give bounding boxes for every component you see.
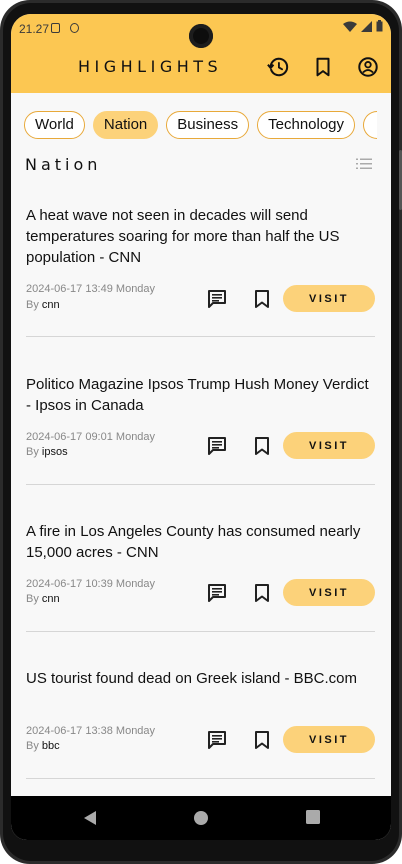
comment-icon[interactable]: [207, 730, 227, 750]
article-date: 2024-06-17 13:38 Monday: [26, 725, 156, 737]
article-title[interactable]: A fire in Los Angeles County has consume…: [26, 521, 375, 563]
divider: [26, 631, 375, 632]
article-source: cnn: [41, 299, 60, 311]
by-label: By: [26, 593, 39, 605]
article-byline: By bbc: [26, 740, 60, 752]
news-card: Politico Magazine Ipsos Trump Hush Money…: [26, 374, 375, 506]
news-card: A heat wave not seen in decades will sen…: [26, 205, 375, 337]
divider: [26, 484, 375, 485]
article-title[interactable]: A heat wave not seen in decades will sen…: [26, 205, 375, 268]
comment-icon[interactable]: [207, 289, 227, 309]
bookmark-icon[interactable]: [254, 583, 270, 603]
comment-icon[interactable]: [207, 583, 227, 603]
article-source: ipsos: [41, 446, 68, 458]
list-view-icon[interactable]: [356, 158, 372, 170]
app-header: 21.27 HIGHLIGHTS: [11, 14, 391, 93]
home-icon[interactable]: [193, 810, 209, 826]
by-label: By: [26, 446, 39, 458]
visit-button[interactable]: VISIT: [283, 579, 375, 606]
app-screen: 21.27 HIGHLIGHTS World Nation Business T…: [11, 14, 391, 840]
article-title[interactable]: Politico Magazine Ipsos Trump Hush Money…: [26, 374, 375, 416]
category-tabs: World Nation Business Technology: [24, 111, 378, 139]
page-title: HIGHLIGHTS: [78, 57, 223, 76]
status-icons: [343, 20, 383, 32]
status-time: 21.27: [19, 22, 50, 36]
article-byline: By cnn: [26, 593, 60, 605]
section-title: Nation: [25, 155, 102, 174]
article-source: bbc: [41, 740, 60, 752]
sim-icon: [51, 23, 60, 33]
tab-world[interactable]: World: [24, 111, 85, 139]
front-camera: [189, 24, 213, 48]
by-label: By: [26, 740, 39, 752]
back-icon[interactable]: [83, 810, 97, 826]
wifi-icon: [343, 21, 357, 32]
divider: [26, 336, 375, 337]
comment-icon[interactable]: [207, 436, 227, 456]
article-byline: By cnn: [26, 299, 60, 311]
article-source: cnn: [41, 593, 60, 605]
bookmark-icon[interactable]: [254, 436, 270, 456]
system-nav-bar: [11, 796, 391, 840]
article-date: 2024-06-17 10:39 Monday: [26, 578, 156, 590]
article-byline: By ipsos: [26, 446, 68, 458]
data-saver-icon: [70, 23, 79, 33]
divider: [26, 778, 375, 779]
signal-icon: [361, 20, 372, 32]
by-label: By: [26, 299, 39, 311]
bookmark-icon[interactable]: [312, 56, 334, 78]
visit-button[interactable]: VISIT: [283, 432, 375, 459]
history-icon[interactable]: [267, 56, 289, 78]
article-date: 2024-06-17 13:49 Monday: [26, 283, 156, 295]
bookmark-icon[interactable]: [254, 730, 270, 750]
tab-business[interactable]: Business: [166, 111, 250, 139]
news-card: A fire in Los Angeles County has consume…: [26, 521, 375, 653]
battery-icon: [376, 20, 383, 32]
tab-next-partial[interactable]: [363, 111, 378, 139]
visit-button[interactable]: VISIT: [283, 285, 375, 312]
visit-button[interactable]: VISIT: [283, 726, 375, 753]
account-icon[interactable]: [357, 56, 379, 78]
bookmark-icon[interactable]: [254, 289, 270, 309]
tab-nation[interactable]: Nation: [92, 111, 159, 139]
recents-icon[interactable]: [306, 810, 320, 824]
news-card: US tourist found dead on Greek island - …: [26, 668, 375, 800]
article-title[interactable]: US tourist found dead on Greek island - …: [26, 668, 375, 689]
tab-technology[interactable]: Technology: [257, 111, 356, 139]
article-date: 2024-06-17 09:01 Monday: [26, 431, 156, 443]
